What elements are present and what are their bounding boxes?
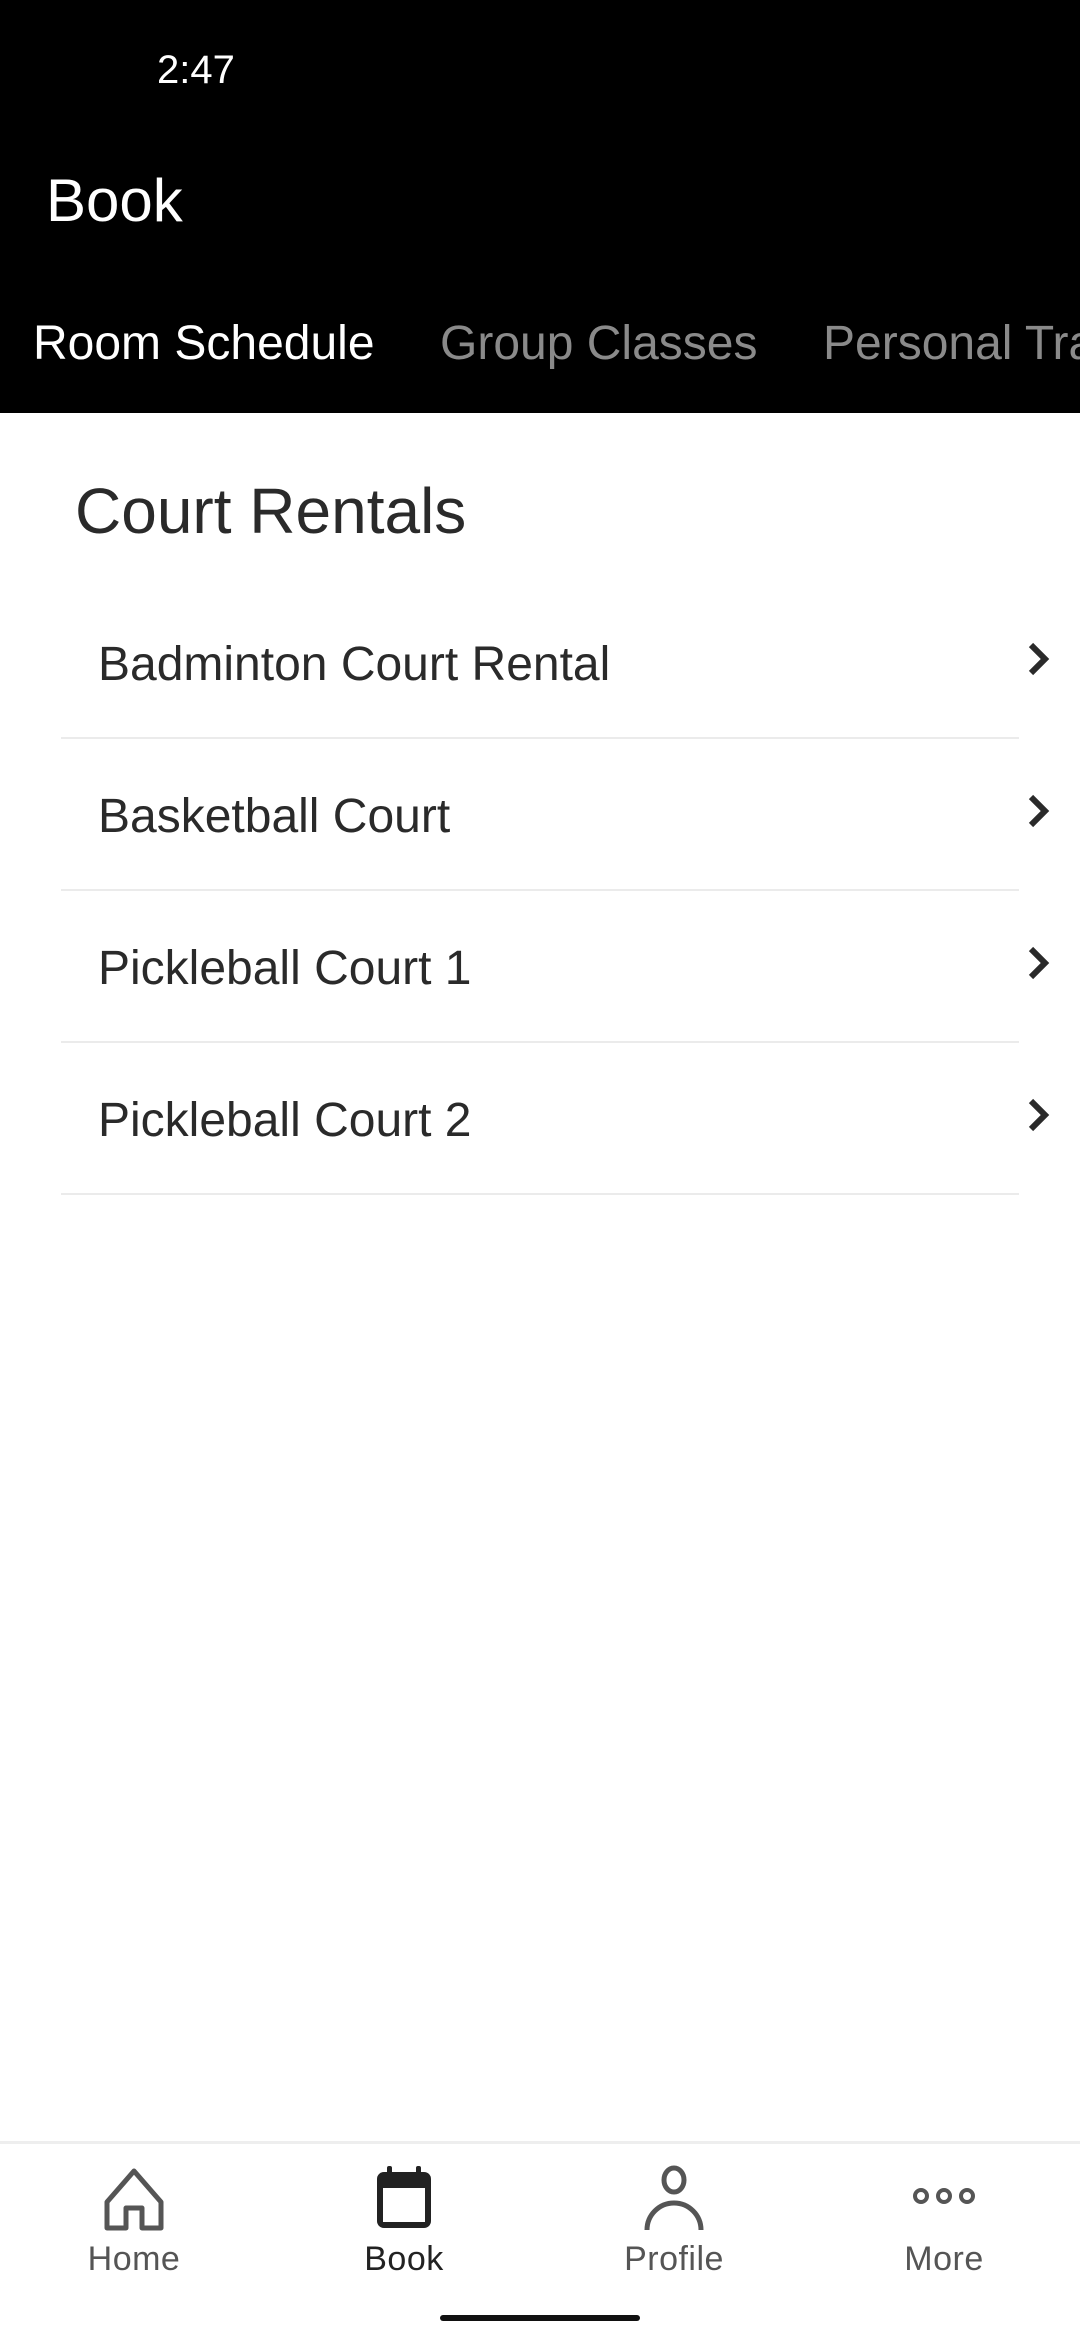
chevron-right-icon bbox=[1028, 1098, 1050, 1132]
court-list: Badminton Court Rental Basketball Court … bbox=[61, 587, 1050, 1195]
home-icon bbox=[104, 2168, 164, 2231]
list-item-label: Basketball Court bbox=[98, 790, 451, 843]
chevron-right-icon bbox=[1028, 642, 1050, 676]
tab-bar: Room Schedule Group Classes Personal Tra… bbox=[0, 316, 1080, 380]
chevron-right-icon bbox=[1028, 794, 1050, 828]
tab-personal-training[interactable]: Personal Training bbox=[823, 316, 1080, 371]
list-item-label: Pickleball Court 1 bbox=[98, 942, 472, 995]
chevron-right-icon bbox=[1028, 946, 1050, 980]
page-title: Book bbox=[46, 167, 183, 234]
more-dots-icon bbox=[913, 2188, 975, 2204]
tab-group-classes[interactable]: Group Classes bbox=[440, 316, 757, 371]
person-icon bbox=[644, 2165, 704, 2231]
list-item[interactable]: Badminton Court Rental bbox=[61, 587, 1050, 739]
nav-profile[interactable]: Profile bbox=[574, 2164, 774, 2284]
list-item-label: Badminton Court Rental bbox=[98, 638, 611, 691]
nav-home[interactable]: Home bbox=[34, 2164, 234, 2284]
list-item[interactable]: Pickleball Court 1 bbox=[61, 891, 1050, 1043]
home-indicator[interactable] bbox=[440, 2315, 640, 2321]
nav-more[interactable]: More bbox=[844, 2164, 1044, 2284]
calendar-icon bbox=[377, 2166, 431, 2228]
bottom-nav: Home Book Profile More bbox=[0, 2141, 1080, 2343]
nav-label: Profile bbox=[624, 2240, 724, 2278]
list-item[interactable]: Pickleball Court 2 bbox=[61, 1043, 1050, 1195]
nav-label: Home bbox=[87, 2240, 181, 2278]
section-title: Court Rentals bbox=[75, 475, 467, 547]
nav-label: More bbox=[904, 2240, 984, 2278]
nav-label: Book bbox=[364, 2240, 444, 2278]
list-item[interactable]: Basketball Court bbox=[61, 739, 1050, 891]
app-header: 2:47 Book Room Schedule Group Classes Pe… bbox=[0, 0, 1080, 413]
tab-room-schedule[interactable]: Room Schedule bbox=[33, 316, 375, 371]
nav-book[interactable]: Book bbox=[304, 2164, 504, 2284]
status-time: 2:47 bbox=[157, 48, 235, 92]
list-item-label: Pickleball Court 2 bbox=[98, 1094, 472, 1147]
